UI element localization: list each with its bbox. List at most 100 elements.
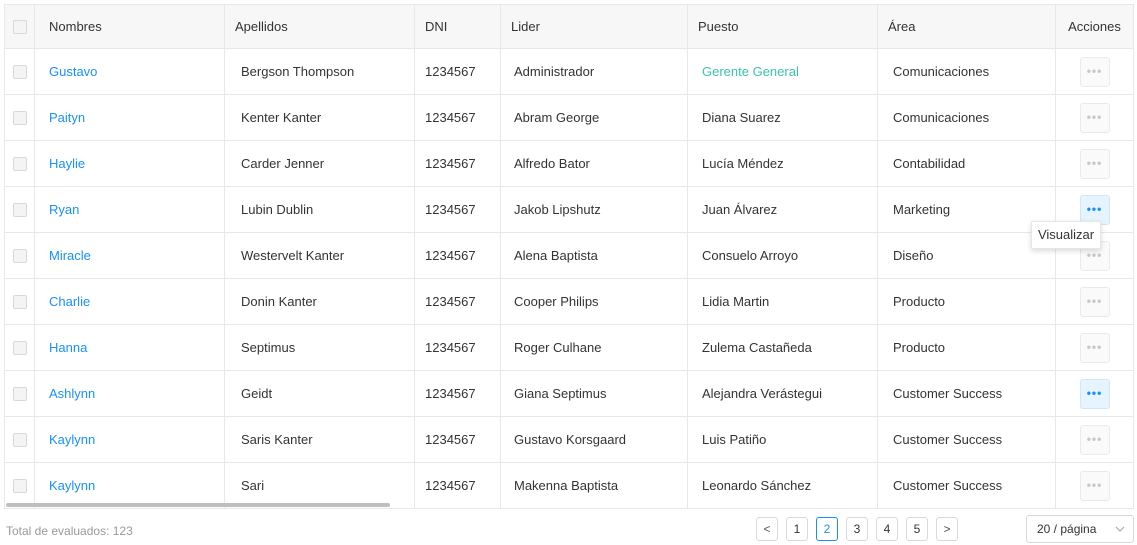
- table-row: Kaylynn Saris Kanter 1234567 Gustavo Kor…: [4, 416, 1134, 463]
- row-apellidos: Carder Jenner: [224, 140, 415, 187]
- row-area: Contabilidad: [877, 140, 1056, 187]
- row-dni: 1234567: [414, 186, 501, 233]
- row-dni: 1234567: [414, 140, 501, 187]
- table-row: Charlie Donin Kanter 1234567 Cooper Phil…: [4, 278, 1134, 325]
- row-checkbox[interactable]: [12, 249, 27, 264]
- row-puesto: Diana Suarez: [687, 94, 878, 141]
- row-dni: 1234567: [414, 48, 501, 95]
- page-button-4[interactable]: 4: [876, 517, 898, 541]
- row-lider: Gustavo Korsgaard: [500, 416, 688, 463]
- table-row: Gustavo Bergson Thompson 1234567 Adminis…: [4, 48, 1134, 95]
- row-checkbox[interactable]: [12, 341, 27, 356]
- table-row: Ryan Lubin Dublin 1234567 Jakob Lipshutz…: [4, 186, 1134, 233]
- column-header-lider[interactable]: Lider: [500, 4, 688, 49]
- row-lider: Roger Culhane: [500, 324, 688, 371]
- row-area: Comunicaciones: [877, 48, 1056, 95]
- row-area: Producto: [877, 278, 1056, 325]
- row-puesto: Consuelo Arroyo: [687, 232, 878, 279]
- page-button-5[interactable]: 5: [906, 517, 928, 541]
- table-row: Miracle Westervelt Kanter 1234567 Alena …: [4, 232, 1134, 279]
- row-puesto: Lucía Méndez: [687, 140, 878, 187]
- row-actions-button[interactable]: •••: [1079, 378, 1110, 409]
- table-row: Ashlynn Geidt 1234567 Giana Septimus Ale…: [4, 370, 1134, 417]
- column-header-puesto[interactable]: Puesto: [687, 4, 878, 49]
- select-all-checkbox[interactable]: [12, 20, 27, 35]
- column-header-nombres[interactable]: Nombres: [34, 4, 225, 49]
- row-puesto: Zulema Castañeda: [687, 324, 878, 371]
- row-puesto: Juan Álvarez: [687, 186, 878, 233]
- row-area: Customer Success: [877, 416, 1056, 463]
- row-apellidos: Bergson Thompson: [224, 48, 415, 95]
- row-apellidos: Sari: [224, 462, 415, 509]
- row-actions-button[interactable]: •••: [1079, 470, 1110, 501]
- row-apellidos: Saris Kanter: [224, 416, 415, 463]
- row-nombre-link[interactable]: Gustavo: [49, 64, 97, 79]
- column-header-area[interactable]: Área: [877, 4, 1056, 49]
- row-actions-button[interactable]: •••: [1079, 332, 1110, 363]
- row-nombre-link[interactable]: Kaylynn: [49, 478, 95, 493]
- row-actions-button[interactable]: •••: [1079, 286, 1110, 317]
- row-apellidos: Septimus: [224, 324, 415, 371]
- row-checkbox[interactable]: [12, 111, 27, 126]
- row-actions-button[interactable]: •••: [1079, 194, 1110, 225]
- row-nombre-link[interactable]: Ryan: [49, 202, 79, 217]
- row-puesto: Lidia Martin: [687, 278, 878, 325]
- row-dni: 1234567: [414, 370, 501, 417]
- pagination: < 1 2 3 4 5 >: [756, 515, 966, 543]
- row-nombre-link[interactable]: Haylie: [49, 156, 85, 171]
- row-lider: Abram George: [500, 94, 688, 141]
- row-apellidos: Lubin Dublin: [224, 186, 415, 233]
- row-area: Diseño: [877, 232, 1056, 279]
- table-body: Gustavo Bergson Thompson 1234567 Adminis…: [4, 48, 1134, 509]
- visualizar-tooltip: Visualizar: [1031, 221, 1101, 249]
- row-area: Producto: [877, 324, 1056, 371]
- row-dni: 1234567: [414, 232, 501, 279]
- horizontal-scrollbar[interactable]: [6, 503, 390, 507]
- total-evaluados: Total de evaluados: 123: [6, 524, 133, 538]
- row-apellidos: Kenter Kanter: [224, 94, 415, 141]
- row-dni: 1234567: [414, 324, 501, 371]
- column-header-acciones: Acciones: [1055, 4, 1134, 49]
- page-size-select[interactable]: 20 / página: [1026, 515, 1134, 543]
- page-size-value: 20 / página: [1037, 522, 1097, 536]
- page-button-2[interactable]: 2: [816, 517, 838, 541]
- row-apellidos: Donin Kanter: [224, 278, 415, 325]
- table-row: Kaylynn Sari 1234567 Makenna Baptista Le…: [4, 462, 1134, 509]
- row-checkbox[interactable]: [12, 387, 27, 402]
- column-header-dni[interactable]: DNI: [414, 4, 501, 49]
- row-checkbox[interactable]: [12, 433, 27, 448]
- row-puesto-link[interactable]: Gerente General: [702, 64, 799, 79]
- row-actions-button[interactable]: •••: [1079, 56, 1110, 87]
- evaluados-table: Nombres Apellidos DNI Lider Puesto Área …: [4, 4, 1134, 509]
- row-checkbox[interactable]: [12, 479, 27, 494]
- row-actions-button[interactable]: •••: [1079, 424, 1110, 455]
- row-checkbox[interactable]: [12, 65, 27, 80]
- row-actions-button[interactable]: •••: [1079, 148, 1110, 179]
- row-dni: 1234567: [414, 416, 501, 463]
- table-row: Hanna Septimus 1234567 Roger Culhane Zul…: [4, 324, 1134, 371]
- prev-page-button[interactable]: <: [756, 517, 778, 541]
- row-lider: Cooper Philips: [500, 278, 688, 325]
- row-nombre-link[interactable]: Kaylynn: [49, 432, 95, 447]
- column-header-apellidos[interactable]: Apellidos: [224, 4, 415, 49]
- header-select-all[interactable]: [4, 4, 35, 49]
- row-dni: 1234567: [414, 462, 501, 509]
- row-puesto: Luis Patiño: [687, 416, 878, 463]
- chevron-down-icon: [1115, 516, 1125, 545]
- row-nombre-link[interactable]: Charlie: [49, 294, 90, 309]
- next-page-button[interactable]: >: [936, 517, 958, 541]
- row-nombre-link[interactable]: Miracle: [49, 248, 91, 263]
- page-button-1[interactable]: 1: [786, 517, 808, 541]
- row-actions-button[interactable]: •••: [1079, 102, 1110, 133]
- row-puesto: Leonardo Sánchez: [687, 462, 878, 509]
- table-header-row: Nombres Apellidos DNI Lider Puesto Área …: [4, 4, 1134, 49]
- row-nombre-link[interactable]: Ashlynn: [49, 386, 95, 401]
- row-nombre-link[interactable]: Paityn: [49, 110, 85, 125]
- row-checkbox[interactable]: [12, 295, 27, 310]
- row-checkbox[interactable]: [12, 157, 27, 172]
- row-lider: Alena Baptista: [500, 232, 688, 279]
- table-row: Paityn Kenter Kanter 1234567 Abram Georg…: [4, 94, 1134, 141]
- row-nombre-link[interactable]: Hanna: [49, 340, 87, 355]
- page-button-3[interactable]: 3: [846, 517, 868, 541]
- row-checkbox[interactable]: [12, 203, 27, 218]
